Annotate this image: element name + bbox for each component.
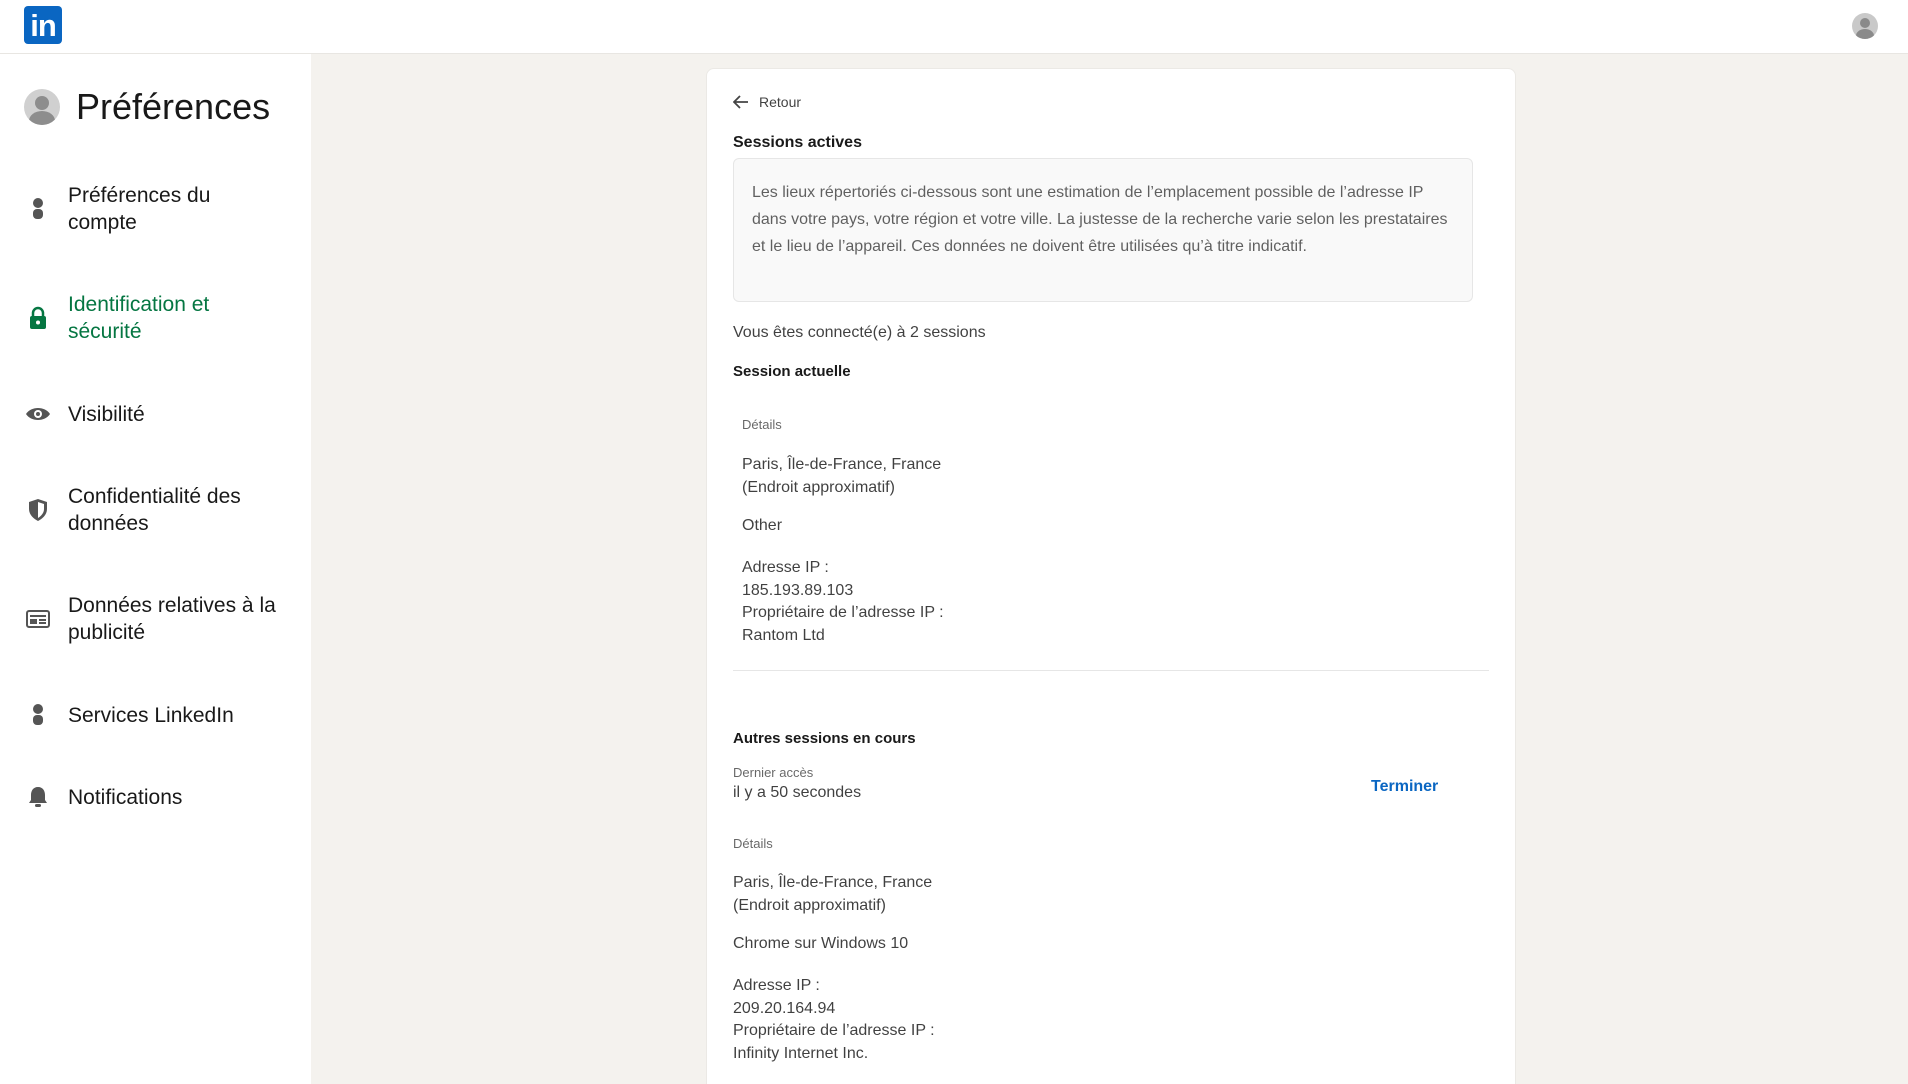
linkedin-logo[interactable]: in	[24, 6, 62, 44]
ip-owner-value: Infinity Internet Inc.	[733, 1044, 869, 1062]
active-sessions-card: Retour Sessions actives Les lieux répert…	[706, 68, 1516, 1084]
location-note: (Endroit approximatif)	[742, 478, 895, 496]
sidebar-item-label: Confidentialité des données	[68, 485, 241, 535]
top-navigation-bar: in	[0, 0, 1908, 54]
sidebar-header: Préférences	[24, 84, 270, 129]
info-notice: Les lieux répertoriés ci-dessous sont un…	[733, 158, 1473, 302]
location-note: (Endroit approximatif)	[733, 896, 886, 914]
session-count: Vous êtes connecté(e) à 2 sessions	[733, 324, 986, 341]
last-access-value: il y a 50 secondes	[733, 784, 862, 801]
current-session-heading: Session actuelle	[733, 363, 851, 380]
person-icon	[24, 195, 52, 223]
sidebar-item-account-preferences[interactable]: Préférences du compte	[24, 182, 294, 236]
shield-icon	[24, 496, 52, 524]
current-ip-info: Adresse IP : 185.193.89.103 Propriétaire…	[742, 557, 944, 647]
sidebar-item-label: Identification et sécurité	[68, 293, 210, 343]
current-device: Other	[742, 517, 783, 534]
sidebar-item-label: Données relatives à la publicité	[68, 594, 276, 644]
end-session-button[interactable]: Terminer	[1371, 778, 1438, 796]
ip-label: Adresse IP :	[742, 559, 829, 576]
sidebar-item-label: Préférences du compte	[68, 184, 211, 234]
other-ip-info: Adresse IP : 209.20.164.94 Propriétaire …	[733, 975, 935, 1065]
section-title: Sessions actives	[733, 134, 862, 151]
location-text: Paris, Île-de-France, France	[742, 456, 942, 473]
sidebar-item-label: Notifications	[68, 785, 183, 809]
current-details-label: Détails	[742, 417, 782, 432]
ip-label: Adresse IP :	[733, 977, 820, 994]
arrow-left-icon	[733, 95, 748, 109]
ip-owner-value: Rantom Ltd	[742, 626, 825, 644]
sidebar-item-advertising-data[interactable]: Données relatives à la publicité	[24, 592, 294, 646]
sidebar-item-label: Services LinkedIn	[68, 703, 234, 727]
profile-avatar-icon[interactable]	[1852, 13, 1878, 39]
ip-owner-label: Propriétaire de l’adresse IP :	[742, 604, 944, 621]
lock-icon	[24, 304, 52, 332]
back-label: Retour	[759, 94, 802, 110]
sidebar-item-sign-in-security[interactable]: Identification et sécurité	[24, 291, 294, 345]
sidebar-item-notifications[interactable]: Notifications	[24, 783, 294, 811]
back-button[interactable]: Retour	[733, 94, 801, 110]
sidebar-item-label: Visibilité	[68, 402, 145, 426]
ip-value: 185.193.89.103	[742, 581, 854, 599]
avatar	[24, 88, 60, 125]
location-text: Paris, Île-de-France, France	[733, 874, 933, 891]
page-title: Préférences	[76, 85, 271, 127]
ip-value: 209.20.164.94	[733, 999, 836, 1017]
settings-sidebar: Préférences Préférences du compte Identi…	[0, 54, 311, 1084]
current-location: Paris, Île-de-France, France (Endroit ap…	[742, 454, 941, 499]
person-icon	[24, 701, 52, 729]
other-location: Paris, Île-de-France, France (Endroit ap…	[733, 872, 932, 917]
sidebar-item-data-privacy[interactable]: Confidentialité des données	[24, 483, 294, 537]
newspaper-icon	[24, 605, 52, 633]
divider	[733, 670, 1489, 671]
last-access-label: Dernier accès	[733, 765, 814, 780]
ip-owner-label: Propriétaire de l’adresse IP :	[733, 1022, 935, 1039]
other-sessions-heading: Autres sessions en cours	[733, 730, 916, 747]
other-device: Chrome sur Windows 10	[733, 935, 909, 952]
eye-icon	[24, 400, 52, 428]
bell-icon	[24, 783, 52, 811]
other-details-label: Détails	[733, 836, 773, 851]
sidebar-item-linkedin-services[interactable]: Services LinkedIn	[24, 701, 294, 729]
sidebar-item-visibility[interactable]: Visibilité	[24, 400, 294, 428]
